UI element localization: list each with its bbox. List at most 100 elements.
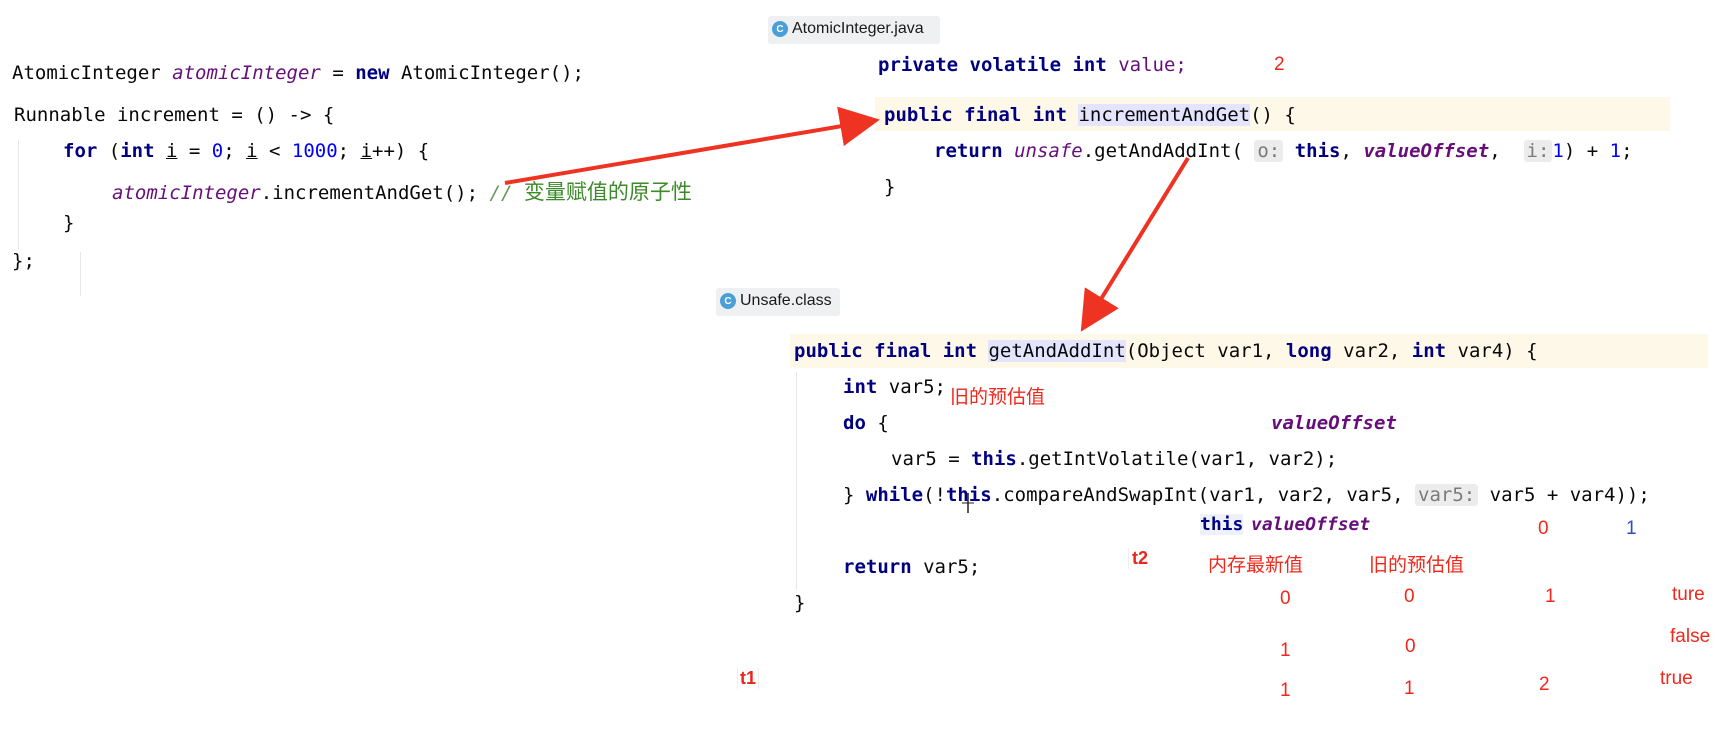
class-icon: C <box>772 21 788 37</box>
code-text: } <box>63 212 75 234</box>
arrow-to-incrementandget <box>504 106 880 185</box>
row3-mem: 1 <box>1280 680 1291 701</box>
value-annotation: 2 <box>1274 54 1285 75</box>
keyword: new <box>355 62 390 84</box>
number-literal: 0 <box>211 140 224 162</box>
keyword: int <box>120 140 155 162</box>
code-text: } <box>884 176 896 198</box>
this-label: this <box>1200 514 1244 535</box>
field-name: value; <box>1106 54 1187 76</box>
code-text: .getAndAddInt( <box>1082 140 1243 162</box>
file-tab-label: Unsafe.class <box>740 292 832 309</box>
keyword: public final int <box>794 340 978 362</box>
code-text: var4) { <box>1446 340 1538 362</box>
field-name: unsafe <box>1014 140 1083 162</box>
keyword: for <box>63 140 98 162</box>
code-line-for: for (int i = 0; i < 1000; i++) { <box>63 140 429 162</box>
code-text: = <box>177 140 212 162</box>
offset-label: valueOffset <box>1251 514 1371 535</box>
expected-zero-label: 0 <box>1538 518 1549 539</box>
number-literal: 1000 <box>291 140 338 162</box>
old-estimate-header: 旧的预估值 <box>1369 555 1465 576</box>
row2-result: false <box>1670 626 1711 647</box>
operator: = <box>320 62 356 84</box>
code-line-close: } <box>884 176 895 198</box>
code-text: } <box>843 484 866 506</box>
row3-new: 2 <box>1539 674 1550 695</box>
file-tab-unsafe[interactable]: C Unsafe.class <box>720 292 832 310</box>
code-line-assign: var5 = this.getIntVolatile(var1, var2); <box>891 448 1337 470</box>
variable-name: atomicInteger <box>112 182 261 204</box>
field-name: valueOffset <box>1363 140 1490 162</box>
keyword: return <box>843 556 912 578</box>
indent-guide <box>80 252 81 296</box>
keyword: this <box>971 448 1017 470</box>
code-line-declaration: AtomicInteger atomicInteger = new Atomic… <box>12 62 584 84</box>
row3-result: true <box>1660 668 1693 689</box>
class-icon: C <box>720 293 736 309</box>
code-text: , <box>1340 140 1364 162</box>
code-text: , <box>1489 140 1524 162</box>
row1-new: 1 <box>1545 586 1556 607</box>
code-text: ; <box>223 140 247 162</box>
arrow-to-getandaddint <box>1080 156 1190 332</box>
code-text: var2, <box>1331 340 1412 362</box>
method-name: incrementAndGet <box>1078 104 1251 126</box>
code-text: < <box>257 140 292 162</box>
code-text: ; <box>337 140 361 162</box>
code-line-close-lambda: }; <box>12 250 35 272</box>
parameter-hint: o: <box>1254 140 1284 162</box>
code-line-unsafe-sig: public final int getAndAddInt(Object var… <box>794 340 1538 362</box>
number-literal: 1 <box>1552 140 1564 162</box>
code-text: { <box>865 412 889 434</box>
indent-guide <box>796 372 797 590</box>
row3-old: 1 <box>1404 678 1415 699</box>
code-text: ( <box>97 140 121 162</box>
keyword: int <box>843 376 878 398</box>
code-text: var5 + var4)); <box>1489 484 1650 506</box>
code-text: ) + <box>1563 140 1610 162</box>
value-offset-note: valueOffset <box>1271 412 1397 434</box>
code-text: var5; <box>877 376 946 398</box>
code-text: () { <box>1250 104 1296 126</box>
code-text: AtomicInteger(); <box>389 62 584 84</box>
keyword: this <box>1294 140 1341 162</box>
keyword: return <box>934 140 1003 162</box>
code-text: }; <box>12 250 35 272</box>
keyword: int <box>1411 340 1447 362</box>
code-line-method-sig: public final int incrementAndGet() { <box>884 104 1296 126</box>
code-text: ; <box>1621 140 1633 162</box>
method-name: getAndAddInt <box>988 340 1126 362</box>
memory-latest-header: 内存最新值 <box>1208 555 1304 576</box>
variable-name: atomicInteger <box>172 62 321 84</box>
row1-mem: 0 <box>1280 588 1291 609</box>
row2-mem: 1 <box>1280 640 1291 661</box>
code-text: var5 = <box>891 448 972 470</box>
old-estimate-note: 旧的预估值 <box>950 387 1046 408</box>
row1-old: 0 <box>1404 586 1415 607</box>
comment-text: 变量赋值的原子性 <box>523 180 692 204</box>
code-text: var5; <box>911 556 981 578</box>
loop-variable: i <box>360 140 373 162</box>
code-text: } <box>794 592 806 614</box>
keyword: while <box>865 484 924 506</box>
file-tab-atomicinteger[interactable]: C AtomicInteger.java <box>772 20 924 38</box>
code-text: Runnable increment = () -> { <box>14 104 335 126</box>
code-text: .compareAndSwapInt(var1, var2, var5, <box>991 484 1415 506</box>
row2-old: 0 <box>1405 636 1416 657</box>
code-text: .getIntVolatile(var1, var2); <box>1016 448 1338 470</box>
code-line-runnable: Runnable increment = () -> { <box>14 104 334 126</box>
code-line-do: do { <box>843 412 889 434</box>
number-literal: 1 <box>1609 140 1622 162</box>
keyword: long <box>1285 340 1332 362</box>
code-line-close-for: } <box>63 212 74 234</box>
keyword: do <box>843 412 866 434</box>
comment: // <box>489 182 524 204</box>
code-line-return-var5: return var5; <box>843 556 980 578</box>
code-line-increment-call: atomicInteger.incrementAndGet(); // 变量赋值… <box>112 176 692 206</box>
code-text: ++) { <box>372 140 430 162</box>
loop-variable: i <box>166 140 178 162</box>
loop-variable: i <box>246 140 258 162</box>
delta-one-label: 1 <box>1626 518 1637 539</box>
